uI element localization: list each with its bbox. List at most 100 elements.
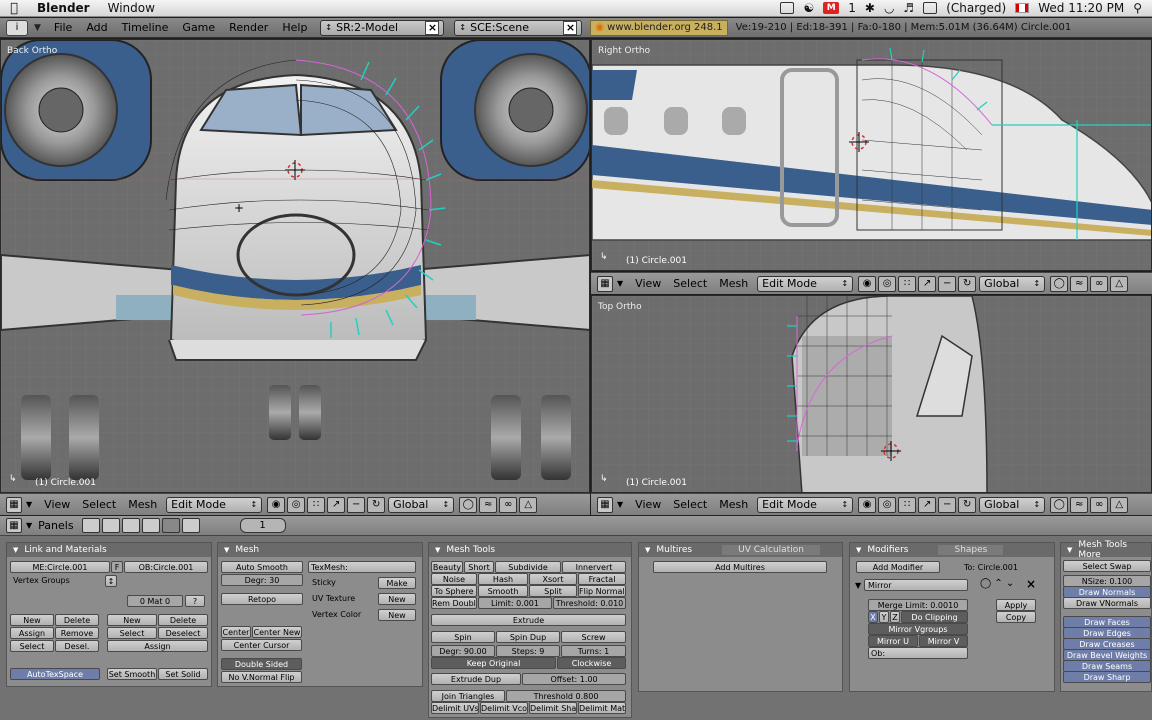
double-sided-toggle[interactable]: Double Sided [221, 658, 302, 670]
snap-icon[interactable]: ∞ [499, 496, 518, 513]
panel-header[interactable]: ▼ Mesh Tools [429, 543, 631, 557]
visibility-icons[interactable]: ◯ ⌃ ⌄ [980, 578, 1014, 589]
close-screen-icon[interactable]: × [425, 20, 440, 35]
script-context-icon[interactable] [101, 518, 120, 533]
sticky-make-button[interactable]: Make [378, 577, 416, 589]
window-type-icon[interactable]: ▦ [597, 275, 613, 292]
snap-icon[interactable]: ∞ [1090, 496, 1109, 513]
material-select-button[interactable]: Select [107, 627, 157, 639]
close-scene-icon[interactable]: × [563, 20, 578, 35]
vgroup-remove-button[interactable]: Remove [55, 627, 99, 639]
window-menu[interactable]: Window [99, 1, 164, 15]
blender-url[interactable]: ◉ www.blender.org 248.1 [590, 19, 728, 36]
translate-icon[interactable]: − [938, 275, 957, 292]
vcol-new-button[interactable]: New [378, 609, 416, 621]
collapse-icon[interactable]: ▼ [13, 546, 18, 554]
rotate-icon[interactable]: ↻ [367, 496, 386, 513]
menu-help[interactable]: Help [275, 21, 314, 34]
limit-field[interactable]: Limit: 0.001 [478, 597, 552, 609]
mode-dropdown[interactable]: Edit Mode ↕ [757, 496, 854, 513]
draw-sharp-toggle[interactable]: Draw Sharp [1063, 671, 1151, 683]
collapse-icon[interactable]: ▼ [645, 546, 650, 554]
screen-icon[interactable] [780, 2, 795, 14]
axis-z-toggle[interactable]: Z [890, 611, 900, 623]
center-button[interactable]: Center [221, 626, 251, 638]
menu-view[interactable]: View [629, 498, 667, 511]
center-cursor-button[interactable]: Center Cursor [221, 639, 302, 651]
collapse-icon[interactable]: ▼ [34, 23, 41, 33]
menu-file[interactable]: File [47, 21, 79, 34]
spin-dup-button[interactable]: Spin Dup [496, 631, 560, 643]
mirror-u-toggle[interactable]: Mirror U [868, 635, 918, 647]
vertex-select-icon[interactable]: ∷ [898, 275, 917, 292]
panels-label[interactable]: Panels [38, 519, 73, 532]
mesh-name-field[interactable]: ME:Circle.001 [10, 561, 110, 573]
menu-render[interactable]: Render [222, 21, 275, 34]
screw-button[interactable]: Screw [561, 631, 626, 643]
noise-button[interactable]: Noise [431, 573, 477, 585]
rotate-icon[interactable]: ↻ [958, 275, 977, 292]
spin-degr-field[interactable]: Degr: 90.00 [431, 645, 495, 657]
rem-double-button[interactable]: Rem Double [431, 597, 477, 609]
pivot-icon[interactable]: ◎ [287, 496, 306, 513]
expand-icon[interactable]: ▼ [855, 581, 861, 590]
screen-browse-icon[interactable]: ↕ [325, 23, 332, 32]
add-multires-button[interactable]: Add Multires [653, 561, 827, 573]
do-clipping-toggle[interactable]: Do Clipping [901, 611, 968, 623]
menu-mesh[interactable]: Mesh [713, 277, 754, 290]
join-triangles-button[interactable]: Join Triangles [431, 690, 505, 702]
mirror-object-field[interactable]: Ob: [868, 647, 968, 659]
collapse-icon[interactable]: ▼ [26, 521, 32, 530]
menu-view[interactable]: View [38, 498, 76, 511]
manipulator-icon[interactable]: ↗ [918, 275, 937, 292]
translate-icon[interactable]: − [347, 496, 366, 513]
keep-original-toggle[interactable]: Keep Original [431, 657, 556, 669]
apple-icon[interactable]:  [0, 1, 28, 16]
window-type-icon[interactable]: ▦ [6, 496, 22, 513]
material-delete-button[interactable]: Delete [158, 614, 208, 626]
draw-vnormals-toggle[interactable]: Draw VNormals [1063, 597, 1151, 609]
retopo-toggle[interactable]: Retopo [221, 593, 303, 605]
collapse-icon[interactable]: ▼ [617, 279, 623, 288]
vgroup-delete-button[interactable]: Delete [55, 614, 99, 626]
scene-selector[interactable]: ↕ SCE:Scene × [454, 19, 583, 36]
autotexspace-toggle[interactable]: AutoTexSpace [10, 668, 100, 680]
beauty-toggle[interactable]: Beauty [431, 561, 463, 573]
add-modifier-button[interactable]: Add Modifier [856, 561, 940, 573]
mirror-vgroups-toggle[interactable]: Mirror Vgroups [868, 623, 968, 635]
spin-button[interactable]: Spin [431, 631, 495, 643]
innervert-dropdown[interactable]: Innervert [562, 561, 626, 573]
fractal-button[interactable]: Fractal [578, 573, 626, 585]
object-name-field[interactable]: OB:Circle.001 [124, 561, 208, 573]
vgroup-browse-icon[interactable]: ↕ [105, 575, 117, 587]
center-new-button[interactable]: Center New [252, 626, 302, 638]
screen-name[interactable]: SR:2-Model [336, 21, 398, 34]
menu-add[interactable]: Add [79, 21, 114, 34]
delimit-mat-toggle[interactable]: Delimit Mat [578, 702, 626, 714]
menu-timeline[interactable]: Timeline [115, 21, 176, 34]
no-vnormal-flip-toggle[interactable]: No V.Normal Flip [221, 671, 302, 683]
screen-selector[interactable]: ↕ SR:2-Model × [320, 19, 445, 36]
proportional-icon[interactable]: ◯ [459, 496, 478, 513]
subdivide-button[interactable]: Subdivide [495, 561, 561, 573]
object-context-icon[interactable] [141, 518, 160, 533]
flag-icon[interactable] [1015, 3, 1030, 13]
window-type-icon[interactable]: ▦ [6, 518, 22, 533]
window-type-button[interactable]: i [6, 19, 28, 36]
gmail-icon[interactable]: M [823, 2, 840, 14]
falloff-icon[interactable]: ≈ [1070, 275, 1089, 292]
mirror-v-toggle[interactable]: Mirror V [919, 635, 968, 647]
panel-header[interactable]: ▼ Link and Materials [7, 543, 211, 557]
xsort-button[interactable]: Xsort [529, 573, 577, 585]
select-swap-button[interactable]: Select Swap [1063, 560, 1151, 572]
volume-icon[interactable]: ♬ [903, 1, 914, 15]
material-assign-button[interactable]: Assign [107, 640, 208, 652]
extrude-dup-button[interactable]: Extrude Dup [431, 673, 521, 685]
vgroup-new-button[interactable]: New [10, 614, 54, 626]
mirror-modifier-name[interactable]: Mirror [864, 579, 968, 591]
extrude-button[interactable]: Extrude [431, 614, 626, 626]
menu-view[interactable]: View [629, 277, 667, 290]
render-icon[interactable]: △ [1110, 275, 1129, 292]
translate-icon[interactable]: − [938, 496, 957, 513]
manipulator-icon[interactable]: ↗ [327, 496, 346, 513]
